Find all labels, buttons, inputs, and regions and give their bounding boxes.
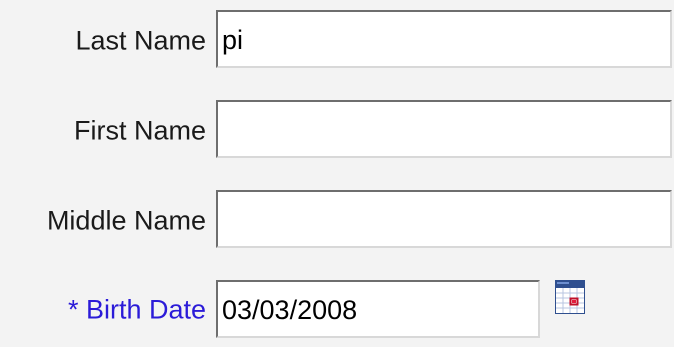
first-name-row: First Name — [0, 100, 674, 160]
person-form: Last Name First Name Middle Name * Birth… — [0, 0, 674, 347]
first-name-input[interactable] — [216, 100, 672, 158]
middle-name-row: Middle Name — [0, 190, 674, 250]
middle-name-label: Middle Name — [46, 205, 206, 236]
calendar-icon-graphic — [555, 280, 585, 314]
birth-date-input[interactable] — [216, 280, 540, 338]
first-name-label: First Name — [73, 115, 206, 146]
last-name-row: Last Name — [0, 10, 674, 70]
middle-name-input[interactable] — [216, 190, 672, 248]
calendar-icon[interactable] — [555, 280, 585, 314]
birth-date-label: * Birth Date — [67, 294, 206, 325]
last-name-label: Last Name — [75, 25, 206, 56]
last-name-input[interactable] — [216, 10, 672, 68]
